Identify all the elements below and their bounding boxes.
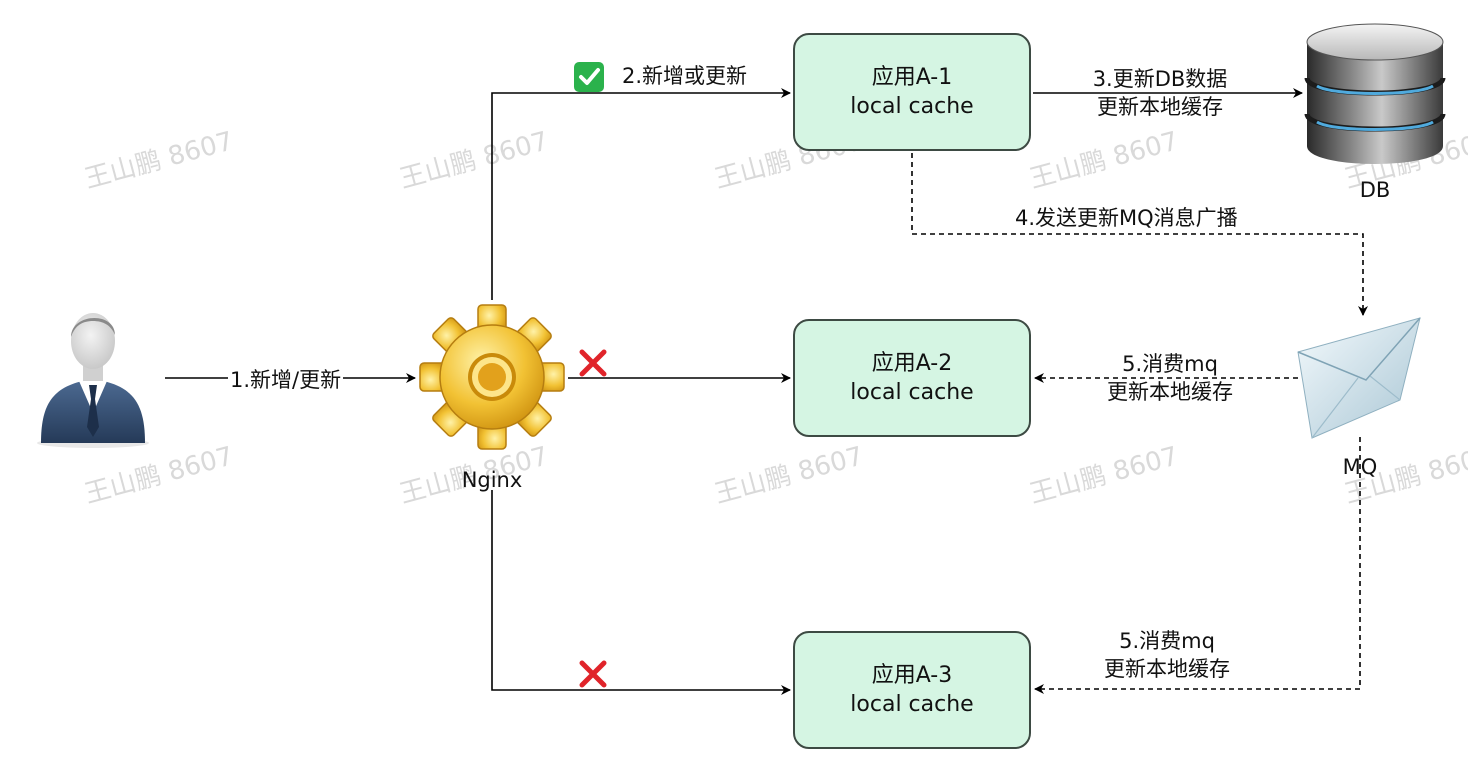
edge-a1-to-mq (911, 153, 1368, 316)
db-label: DB (1359, 178, 1391, 202)
cross-icon (579, 349, 607, 377)
app-node-a1: 应用A-1 local cache (793, 33, 1031, 151)
edge-label-4: 4.发送更新MQ消息广播 (1015, 206, 1238, 230)
diagram-canvas: 王山鹏 8607 王山鹏 8607 王山鹏 8607 王山鹏 8607 王山鹏 … (0, 0, 1468, 767)
edge-label-5a-line2: 更新本地缓存 (1107, 380, 1233, 404)
edge-label-3-line1: 3.更新DB数据 (1092, 67, 1228, 91)
edge-label-2: 2.新增或更新 (622, 64, 748, 88)
envelope-icon (1297, 317, 1421, 439)
app-node-subtitle: local cache (850, 692, 974, 717)
app-node-title: 应用A-3 (871, 663, 953, 688)
edge-label-5a-line1: 5.消费mq (1122, 352, 1218, 376)
app-node-a2: 应用A-2 local cache (793, 319, 1031, 437)
cross-icon (579, 660, 607, 688)
edge-label-5b-line2: 更新本地缓存 (1104, 657, 1230, 681)
app-node-title: 应用A-2 (871, 351, 953, 376)
edge-label-5a: 5.消费mq 更新本地缓存 (1075, 350, 1265, 406)
edge-label-3: 3.更新DB数据 更新本地缓存 (1060, 65, 1260, 121)
app-node-subtitle: local cache (850, 380, 974, 405)
businessman-icon (37, 313, 149, 448)
nginx-label: Nginx (461, 468, 523, 492)
app-node-a3: 应用A-3 local cache (793, 631, 1031, 749)
mq-label: MQ (1342, 455, 1378, 479)
check-icon (574, 62, 604, 92)
app-node-title: 应用A-1 (871, 65, 953, 90)
gear-icon (419, 304, 565, 450)
edge-label-5b-line1: 5.消费mq (1119, 629, 1215, 653)
edge-label-1: 1.新增/更新 (228, 366, 344, 394)
edge-label-3-line2: 更新本地缓存 (1097, 95, 1223, 119)
edge-nginx-to-a1 (491, 88, 791, 300)
database-icon (1304, 23, 1446, 164)
edge-label-5b: 5.消费mq 更新本地缓存 (1072, 627, 1262, 683)
edge-nginx-to-a3 (491, 490, 791, 695)
app-node-subtitle: local cache (850, 94, 974, 119)
